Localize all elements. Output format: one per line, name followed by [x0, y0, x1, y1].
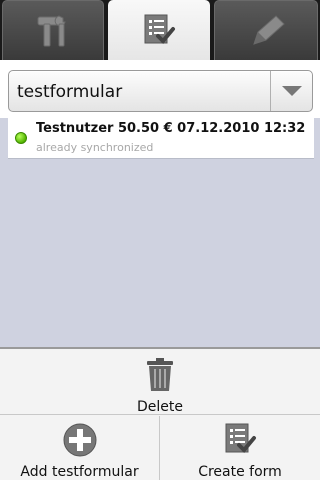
create-form-button[interactable]: Create form [160, 422, 320, 480]
main-content: testformular Testnutzer 50.50 € 07.12.20… [0, 60, 320, 347]
entry-title: Testnutzer 50.50 € 07.12.2010 12:32 [36, 121, 306, 136]
add-label: Add testformular [20, 464, 139, 480]
options-menu: Delete Add testformular Create form [0, 347, 320, 480]
tab-forms[interactable] [108, 0, 210, 60]
add-form-button[interactable]: Add testformular [0, 422, 159, 480]
form-select[interactable]: testformular [8, 70, 313, 112]
tab-edit[interactable] [214, 0, 318, 60]
list-item[interactable]: Testnutzer 50.50 € 07.12.2010 12:32 alre… [8, 118, 314, 159]
tab-tools[interactable] [2, 0, 104, 60]
delete-label: Delete [137, 399, 183, 415]
form-select-toggle[interactable] [270, 71, 312, 111]
checklist-icon [141, 12, 177, 48]
pencil-icon [246, 12, 286, 50]
checklist-icon [222, 422, 258, 462]
trash-icon [144, 357, 176, 397]
tools-icon [33, 12, 73, 50]
tab-bar [0, 0, 320, 60]
form-select-value: testformular [17, 82, 123, 102]
chevron-down-icon [281, 82, 303, 101]
create-label: Create form [198, 464, 282, 480]
entry-status: already synchronized [36, 141, 154, 154]
delete-cell: Delete [0, 357, 320, 415]
add-icon [62, 422, 98, 462]
delete-button[interactable]: Delete [0, 349, 320, 415]
status-dot-icon [15, 132, 27, 144]
